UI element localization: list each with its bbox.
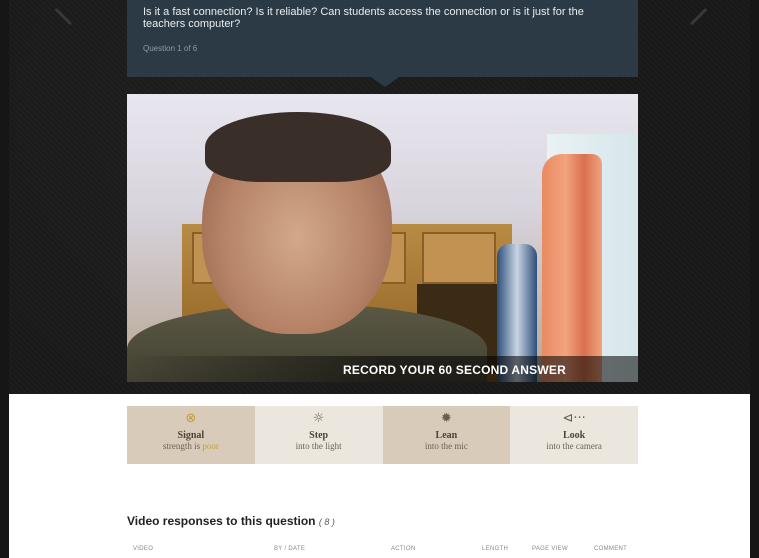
tip-mic: ✹ Lean into the mic — [382, 406, 511, 464]
tip-light: ☼ Step into the light — [254, 406, 383, 464]
column-header-comment[interactable]: COMMENT — [594, 546, 627, 552]
responses-title: Video responses to this question — [127, 514, 316, 528]
tip-camera: ⊲··· Look into the camera — [510, 406, 638, 464]
tip-subtitle: into the camera — [546, 441, 602, 451]
responses-heading: Video responses to this question ( 8 ) — [127, 514, 335, 528]
warning-icon: ⊗ — [185, 411, 197, 426]
column-header-by-date[interactable]: BY / DATE — [274, 546, 305, 552]
question-panel: Is it a fast connection? Is it reliable?… — [127, 0, 638, 77]
tip-title: Step — [309, 430, 329, 441]
app-frame: Is it a fast connection? Is it reliable?… — [0, 0, 759, 558]
microphone-icon: ✹ — [440, 411, 452, 426]
sun-icon: ☼ — [312, 411, 325, 426]
question-counter: Question 1 of 6 — [143, 44, 198, 53]
responses-count: ( 8 ) — [318, 517, 335, 527]
tip-title: Signal — [177, 430, 205, 441]
column-header-action[interactable]: ACTION — [391, 546, 415, 552]
signal-status: poor — [202, 441, 219, 451]
tip-signal: ⊗ Signal strength is poor — [127, 406, 255, 464]
camera-icon: ⊲··· — [562, 411, 586, 426]
cabinet-door — [422, 232, 496, 284]
question-text: Is it a fast connection? Is it reliable?… — [143, 6, 584, 30]
column-header-length[interactable]: LENGTH — [482, 546, 508, 552]
tip-subtitle: strength is poor — [127, 441, 255, 451]
tip-subtitle: into the light — [295, 441, 342, 451]
question-pointer — [371, 77, 399, 87]
person-hair — [205, 112, 391, 182]
record-answer-button[interactable]: RECORD YOUR 60 SECOND ANSWER — [343, 363, 566, 377]
video-preview[interactable]: RECORD YOUR 60 SECOND ANSWER — [127, 94, 638, 382]
tip-subtitle: into the mic — [424, 441, 468, 451]
tip-subtitle-prefix: strength is — [162, 441, 203, 451]
recording-tips: ⊗ Signal strength is poor ☼ Step into th… — [127, 406, 638, 464]
column-header-video[interactable]: VIDEO — [133, 546, 153, 552]
video-curtain — [542, 154, 602, 382]
tip-title: Lean — [435, 430, 458, 441]
tip-title: Look — [563, 430, 586, 441]
column-header-page-view[interactable]: PAGE VIEW — [532, 546, 568, 552]
